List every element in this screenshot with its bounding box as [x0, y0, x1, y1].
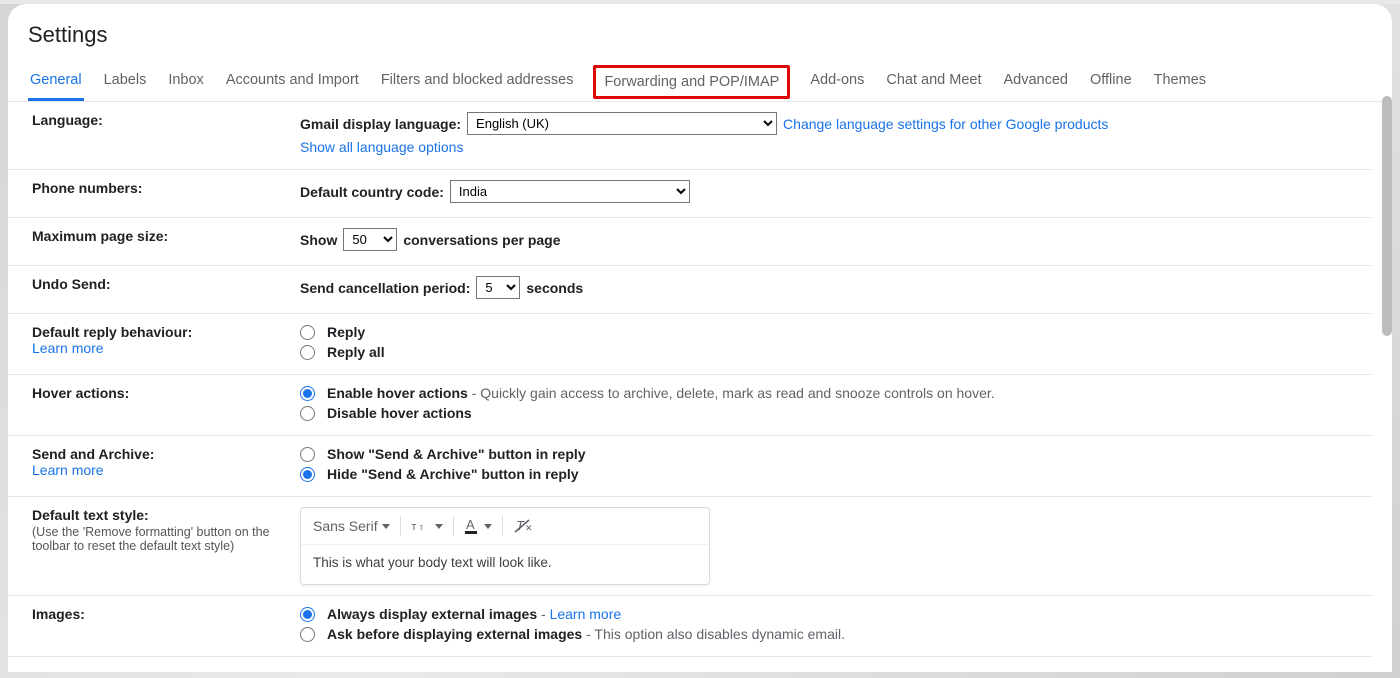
language-label: Language: — [32, 112, 300, 159]
images-label: Images: — [32, 606, 300, 646]
settings-content: Language: Gmail display language: Englis… — [8, 102, 1392, 667]
show-all-languages-link[interactable]: Show all language options — [300, 139, 463, 155]
svg-text:т: т — [411, 521, 416, 533]
always-display-label: Always display external images — [327, 606, 537, 622]
disable-hover-label: Disable hover actions — [327, 405, 472, 421]
tab-themes[interactable]: Themes — [1152, 62, 1208, 101]
reply-learn-more-link[interactable]: Learn more — [32, 340, 104, 356]
images-learn-more-link[interactable]: Learn more — [550, 606, 622, 622]
caret-icon — [435, 524, 443, 529]
pagesize-label: Maximum page size: — [32, 228, 300, 255]
ask-before-label: Ask before displaying external images — [327, 626, 582, 642]
phone-label: Phone numbers: — [32, 180, 300, 207]
gmail-display-language-label: Gmail display language: — [300, 116, 461, 132]
tab-filters[interactable]: Filters and blocked addresses — [379, 62, 576, 101]
remove-formatting-button[interactable]: T ✕ — [513, 517, 533, 535]
text-style-toolbar: Sans Serif т т — [300, 507, 710, 585]
scrollbar[interactable] — [1382, 96, 1392, 336]
hover-label: Hover actions: — [32, 385, 300, 425]
tab-offline[interactable]: Offline — [1088, 62, 1134, 101]
font-family-name: Sans Serif — [313, 518, 378, 534]
archive-learn-more-link[interactable]: Learn more — [32, 462, 104, 478]
separator — [453, 516, 454, 536]
cancellation-label: Send cancellation period: — [300, 280, 470, 296]
language-select[interactable]: English (UK) — [467, 112, 777, 135]
svg-text:✕: ✕ — [525, 523, 533, 533]
undo-label: Undo Send: — [32, 276, 300, 303]
disable-hover-radio[interactable] — [300, 406, 315, 421]
enable-hover-desc: - Quickly gain access to archive, delete… — [468, 385, 995, 401]
reply-all-option-label: Reply all — [327, 344, 385, 360]
tabs-bar: General Labels Inbox Accounts and Import… — [8, 62, 1392, 102]
separator — [400, 516, 401, 536]
archive-label: Send and Archive: — [32, 446, 290, 462]
tab-inbox[interactable]: Inbox — [166, 62, 205, 101]
show-label: Show — [300, 232, 337, 248]
page-title: Settings — [8, 4, 1392, 62]
seconds-label: seconds — [526, 280, 583, 296]
reply-all-radio[interactable] — [300, 345, 315, 360]
textstyle-label: Default text style: — [32, 507, 290, 523]
text-color-icon: A — [464, 517, 480, 535]
font-size-button[interactable]: т т — [411, 518, 443, 534]
enable-hover-label: Enable hover actions — [327, 385, 468, 401]
text-preview: This is what your body text will look li… — [301, 545, 709, 584]
tab-chat[interactable]: Chat and Meet — [884, 62, 983, 101]
enable-hover-radio[interactable] — [300, 386, 315, 401]
remove-formatting-icon: T ✕ — [513, 517, 533, 535]
svg-text:т: т — [419, 523, 423, 532]
reply-option-label: Reply — [327, 324, 365, 340]
svg-text:A: A — [466, 517, 475, 532]
caret-icon — [484, 524, 492, 529]
conversations-label: conversations per page — [403, 232, 560, 248]
hide-archive-label: Hide "Send & Archive" button in reply — [327, 466, 579, 482]
textstyle-sub: (Use the 'Remove formatting' button on t… — [32, 525, 290, 553]
ask-before-desc: - This option also disables dynamic emai… — [582, 626, 845, 642]
font-size-icon: т т — [411, 518, 431, 534]
show-archive-label: Show "Send & Archive" button in reply — [327, 446, 586, 462]
tab-general[interactable]: General — [28, 62, 84, 101]
reply-radio[interactable] — [300, 325, 315, 340]
ask-before-radio[interactable] — [300, 627, 315, 642]
tab-forwarding[interactable]: Forwarding and POP/IMAP — [593, 65, 790, 99]
change-language-link[interactable]: Change language settings for other Googl… — [783, 116, 1108, 132]
hide-archive-radio[interactable] — [300, 467, 315, 482]
country-code-select[interactable]: India — [450, 180, 690, 203]
undo-select[interactable]: 5 — [476, 276, 520, 299]
pagesize-select[interactable]: 50 — [343, 228, 397, 251]
separator — [502, 516, 503, 536]
reply-label: Default reply behaviour: — [32, 324, 290, 340]
always-display-radio[interactable] — [300, 607, 315, 622]
text-color-button[interactable]: A — [464, 517, 492, 535]
default-country-code-label: Default country code: — [300, 184, 444, 200]
tab-advanced[interactable]: Advanced — [1001, 62, 1070, 101]
show-archive-radio[interactable] — [300, 447, 315, 462]
tab-accounts[interactable]: Accounts and Import — [224, 62, 361, 101]
font-family-button[interactable]: Sans Serif — [313, 518, 390, 534]
tab-addons[interactable]: Add-ons — [808, 62, 866, 101]
tab-labels[interactable]: Labels — [102, 62, 149, 101]
caret-icon — [382, 524, 390, 529]
